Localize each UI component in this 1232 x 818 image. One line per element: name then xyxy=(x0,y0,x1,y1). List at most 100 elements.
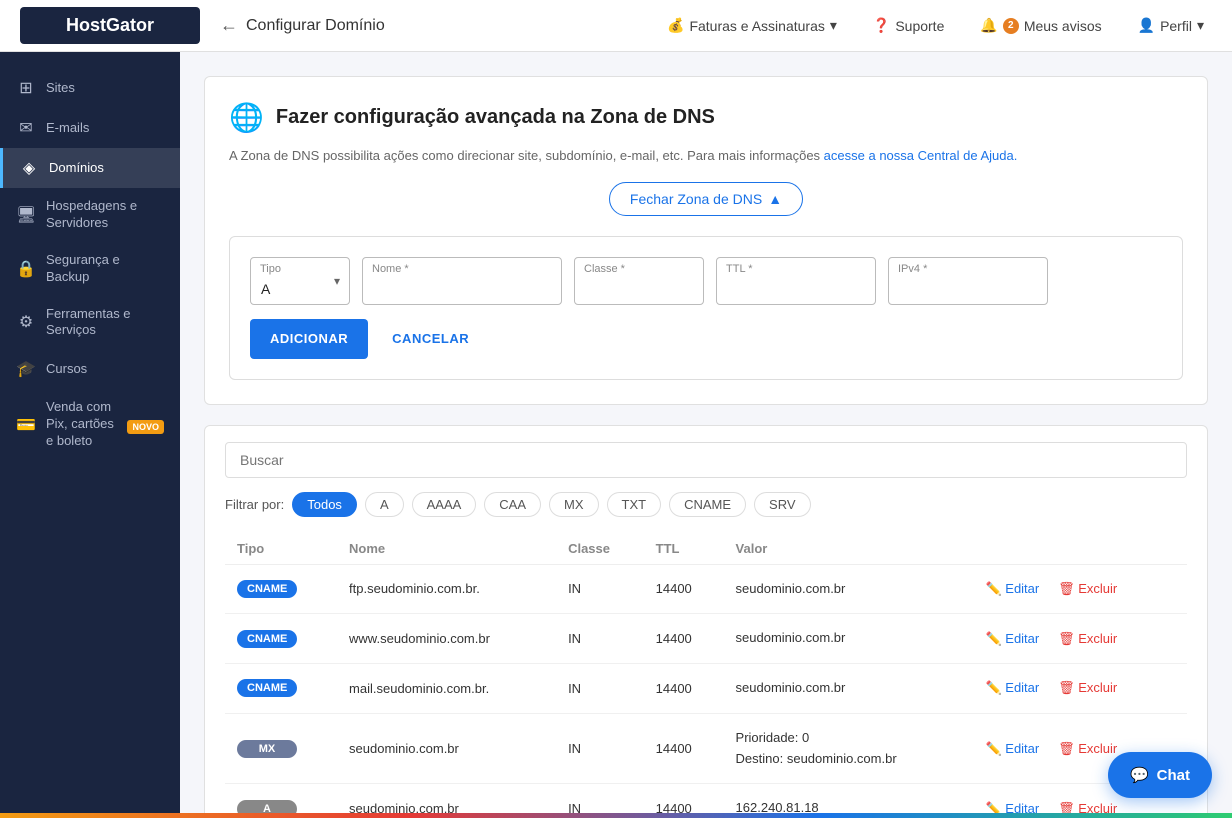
cell-nome: ftp.seudominio.com.br. xyxy=(337,564,556,614)
cell-valor: seudominio.com.br xyxy=(724,664,970,714)
sidebar-label-ferramentas: Ferramentas e Serviços xyxy=(46,306,164,340)
sidebar-label-hospedagens: Hospedagens e Servidores xyxy=(46,198,164,232)
cancel-button[interactable]: CANCELAR xyxy=(376,319,485,359)
cell-classe: IN xyxy=(556,564,644,614)
support-nav-item[interactable]: ❓ Suporte xyxy=(865,13,952,38)
classe-input[interactable]: IN xyxy=(574,257,704,305)
sidebar-label-cursos: Cursos xyxy=(46,361,87,378)
table-row: CNAME ftp.seudominio.com.br. IN 14400 se… xyxy=(225,564,1187,614)
delete-button[interactable]: 🗑 Excluir xyxy=(1054,739,1121,759)
dns-records-section: Filtrar por: Todos A AAAA CAA MX TXT CNA… xyxy=(204,425,1208,818)
close-dns-button[interactable]: Fechar Zona de DNS ▲ xyxy=(609,182,803,216)
bell-icon: 🔔 xyxy=(980,17,997,34)
sidebar-icon-venda: 💳 xyxy=(16,415,36,435)
delete-button[interactable]: 🗑 Excluir xyxy=(1054,629,1121,649)
cell-actions: ✏️ Editar 🗑 Excluir xyxy=(969,614,1187,664)
topnav-actions: 💰 Faturas e Assinaturas ▾ ❓ Suporte 🔔 2 … xyxy=(659,13,1212,38)
sidebar-item-dominios[interactable]: ◈ Domínios xyxy=(0,148,180,188)
sidebar-item-venda[interactable]: 💳 Venda com Pix, cartões e boleto NOVO xyxy=(0,389,180,460)
cell-nome: seudominio.com.br xyxy=(337,713,556,784)
notices-badge: 2 xyxy=(1003,18,1019,34)
search-input[interactable] xyxy=(225,442,1187,478)
chat-button[interactable]: 💬 Chat xyxy=(1108,752,1212,798)
topnav: HostGator ← Configurar Domínio 💰 Faturas… xyxy=(0,0,1232,52)
cell-classe: IN xyxy=(556,614,644,664)
filter-cname[interactable]: CNAME xyxy=(669,492,746,517)
filter-txt[interactable]: TXT xyxy=(607,492,662,517)
profile-nav-item[interactable]: 👤 Perfil ▾ xyxy=(1130,13,1212,38)
tipo-field: Tipo AAAAACAA CNAMEMXSRVTXT ▾ xyxy=(250,257,350,305)
add-button[interactable]: ADICIONAR xyxy=(250,319,368,359)
sidebar-icon-hospedagens: 🖥 xyxy=(16,205,36,225)
ipv4-input[interactable]: 111.111.111.11 xyxy=(888,257,1048,305)
billing-icon: 💰 xyxy=(667,17,684,34)
filter-a[interactable]: A xyxy=(365,492,404,517)
col-actions xyxy=(969,533,1187,565)
sidebar-item-hospedagens[interactable]: 🖥 Hospedagens e Servidores xyxy=(0,188,180,242)
delete-button[interactable]: 🗑 Excluir xyxy=(1054,678,1121,698)
cell-classe: IN xyxy=(556,713,644,784)
edit-button[interactable]: ✏️ Editar xyxy=(981,678,1043,698)
table-row: MX seudominio.com.br IN 14400 Prioridade… xyxy=(225,713,1187,784)
filter-aaaa[interactable]: AAAA xyxy=(412,492,477,517)
cell-actions: ✏️ Editar 🗑 Excluir xyxy=(969,664,1187,714)
billing-dropdown-icon: ▾ xyxy=(830,17,837,34)
ttl-input[interactable]: 14400 xyxy=(716,257,876,305)
sidebar-badge-venda: NOVO xyxy=(127,420,164,434)
billing-nav-item[interactable]: 💰 Faturas e Assinaturas ▾ xyxy=(659,13,845,38)
filter-mx[interactable]: MX xyxy=(549,492,599,517)
billing-label: Faturas e Assinaturas xyxy=(689,18,824,34)
col-valor: Valor xyxy=(724,533,970,565)
sidebar-icon-seguranca: 🔒 xyxy=(16,259,36,279)
sidebar-icon-sites: ⊞ xyxy=(16,78,36,98)
delete-button[interactable]: 🗑 Excluir xyxy=(1054,579,1121,599)
nome-input[interactable]: seudominio.com.br.regdmb3. xyxy=(362,257,562,305)
sidebar-label-emails: E-mails xyxy=(46,120,89,137)
cell-tipo: CNAME xyxy=(225,614,337,664)
edit-button[interactable]: ✏️ Editar xyxy=(981,629,1043,649)
nome-field: Nome * seudominio.com.br.regdmb3. xyxy=(362,257,562,305)
edit-button[interactable]: ✏️ Editar xyxy=(981,579,1043,599)
type-badge: CNAME xyxy=(237,580,297,598)
type-badge: MX xyxy=(237,740,297,758)
table-header: Tipo Nome Classe TTL Valor xyxy=(225,533,1187,565)
tipo-select[interactable]: AAAAACAA CNAMEMXSRVTXT xyxy=(250,257,350,305)
dns-section: 🌐 Fazer configuração avançada na Zona de… xyxy=(204,76,1208,405)
filter-srv[interactable]: SRV xyxy=(754,492,811,517)
globe-icon: 🌐 xyxy=(229,101,264,134)
sidebar-icon-dominios: ◈ xyxy=(19,158,39,178)
cell-ttl: 14400 xyxy=(644,713,724,784)
cell-actions: ✏️ Editar 🗑 Excluir xyxy=(969,564,1187,614)
cell-ttl: 14400 xyxy=(644,614,724,664)
close-dns-label: Fechar Zona de DNS xyxy=(630,191,762,207)
sidebar-label-seguranca: Segurança e Backup xyxy=(46,252,164,286)
form-actions: ADICIONAR CANCELAR xyxy=(250,319,1162,359)
filter-row: Filtrar por: Todos A AAAA CAA MX TXT CNA… xyxy=(225,492,1187,517)
cell-tipo: MX xyxy=(225,713,337,784)
cell-valor: Prioridade: 0Destino: seudominio.com.br xyxy=(724,713,970,784)
cell-tipo: CNAME xyxy=(225,564,337,614)
cell-classe: IN xyxy=(556,664,644,714)
dns-table: Tipo Nome Classe TTL Valor CNAME ftp.seu… xyxy=(225,533,1187,818)
notices-nav-item[interactable]: 🔔 2 Meus avisos xyxy=(972,13,1109,38)
col-classe: Classe xyxy=(556,533,644,565)
sidebar-item-sites[interactable]: ⊞ Sites xyxy=(0,68,180,108)
sidebar-icon-cursos: 🎓 xyxy=(16,359,36,379)
dns-title: Fazer configuração avançada na Zona de D… xyxy=(276,106,715,129)
sidebar-item-emails[interactable]: ✉ E-mails xyxy=(0,108,180,148)
help-link[interactable]: acesse a nossa Central de Ajuda. xyxy=(824,148,1018,163)
sidebar-item-seguranca[interactable]: 🔒 Segurança e Backup xyxy=(0,242,180,296)
col-tipo: Tipo xyxy=(225,533,337,565)
col-ttl: TTL xyxy=(644,533,724,565)
classe-field: Classe * IN xyxy=(574,257,704,305)
sidebar-item-ferramentas[interactable]: ⚙ Ferramentas e Serviços xyxy=(0,296,180,350)
sidebar-item-cursos[interactable]: 🎓 Cursos xyxy=(0,349,180,389)
filter-todos[interactable]: Todos xyxy=(292,492,357,517)
back-arrow-icon[interactable]: ← xyxy=(220,15,238,36)
bottom-bar xyxy=(0,813,1232,818)
edit-button[interactable]: ✏️ Editar xyxy=(981,739,1043,759)
type-badge: CNAME xyxy=(237,630,297,648)
sidebar-icon-emails: ✉ xyxy=(16,118,36,138)
profile-icon: 👤 xyxy=(1138,17,1155,34)
filter-caa[interactable]: CAA xyxy=(484,492,541,517)
